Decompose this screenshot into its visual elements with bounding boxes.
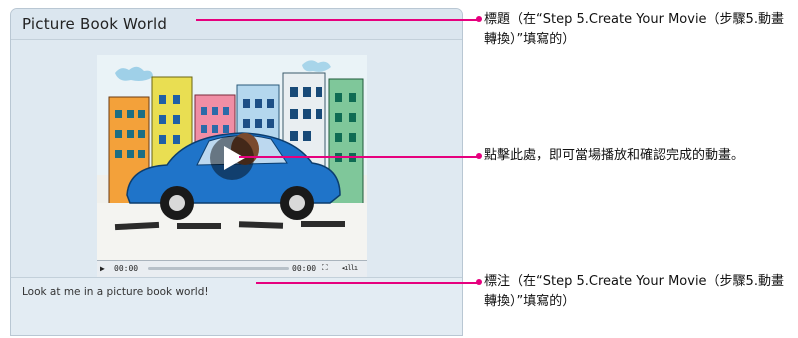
seek-bar[interactable] (148, 267, 289, 270)
current-time: 00:00 (114, 264, 139, 273)
title-callout-line (196, 19, 480, 21)
play-icon[interactable]: ▶ (100, 264, 105, 273)
player-controls: ▶ 00:00 00:00 ⛶ ◂ıllı (97, 260, 367, 277)
movie-caption: Look at me in a picture book world! (22, 286, 209, 298)
play-annotation: 點擊此處，即可當場播放和確認完成的動畫。 (484, 148, 745, 163)
movie-panel: Picture Book World ▶ 00:00 00:00 ⛶ ◂ıllı… (10, 8, 463, 336)
caption-callout-dot (476, 279, 482, 285)
panel-title: Picture Book World (22, 15, 168, 33)
play-callout-dot (476, 153, 482, 159)
volume-icon[interactable]: ◂ıllı (341, 264, 358, 272)
title-callout-dot (476, 16, 482, 22)
video-player[interactable]: ▶ 00:00 00:00 ⛶ ◂ıllı (97, 55, 367, 280)
caption-annotation: 標注（在“Step 5.Create Your Movie（步驟5.動畫轉換）”… (484, 274, 784, 309)
caption-callout-line (256, 282, 480, 284)
title-annotation: 標題（在“Step 5.Create Your Movie（步驟5.動畫轉換）”… (484, 12, 784, 47)
panel-footer: Look at me in a picture book world! (11, 277, 462, 335)
fullscreen-icon[interactable]: ⛶ (322, 263, 328, 273)
play-callout-line (239, 156, 480, 158)
panel-header: Picture Book World (11, 9, 462, 40)
total-time: 00:00 (292, 264, 317, 273)
